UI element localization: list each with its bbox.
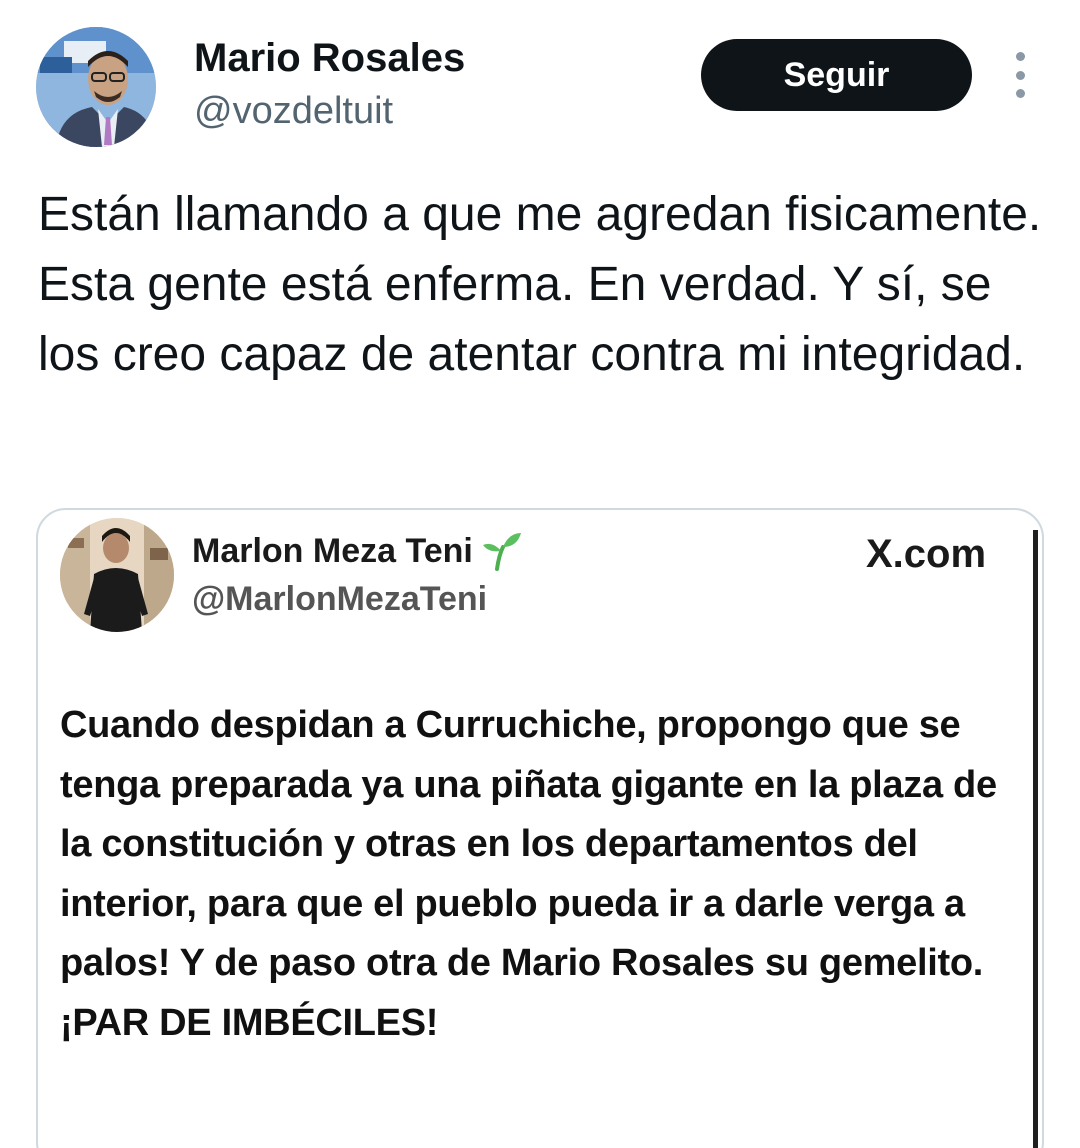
follow-button[interactable]: Seguir bbox=[701, 39, 972, 111]
tweet-text: Están llamando a que me agredan fisicame… bbox=[38, 188, 1042, 381]
quoted-tweet-text: Cuando despidan a Curruchiche, propongo … bbox=[60, 704, 997, 1044]
author-handle[interactable]: @vozdeltuit bbox=[194, 88, 393, 134]
quoted-author-avatar-image bbox=[60, 518, 174, 632]
quoted-author-handle: @MarlonMezaTeni bbox=[192, 580, 488, 618]
author-avatar[interactable] bbox=[36, 27, 156, 147]
more-vertical-icon[interactable] bbox=[1002, 52, 1038, 98]
more-dot bbox=[1015, 89, 1025, 98]
author-avatar-image bbox=[36, 27, 156, 147]
author-name[interactable]: Mario Rosales bbox=[194, 34, 465, 82]
more-dot bbox=[1015, 70, 1025, 80]
sprout-icon bbox=[482, 533, 521, 571]
quoted-author-avatar bbox=[60, 518, 174, 632]
tweet-media-image[interactable]: Marlon Meza Teni @MarlonMezaTeni X.com C… bbox=[36, 508, 1044, 1148]
tweet: Mario Rosales @vozdeltuit Seguir Están l… bbox=[0, 0, 1080, 1148]
x-com-label: X.com bbox=[866, 532, 987, 576]
quoted-author-name-row: Marlon Meza Teni bbox=[192, 530, 523, 572]
more-dot bbox=[1015, 52, 1025, 61]
quoted-author-name: Marlon Meza Teni bbox=[192, 532, 473, 570]
